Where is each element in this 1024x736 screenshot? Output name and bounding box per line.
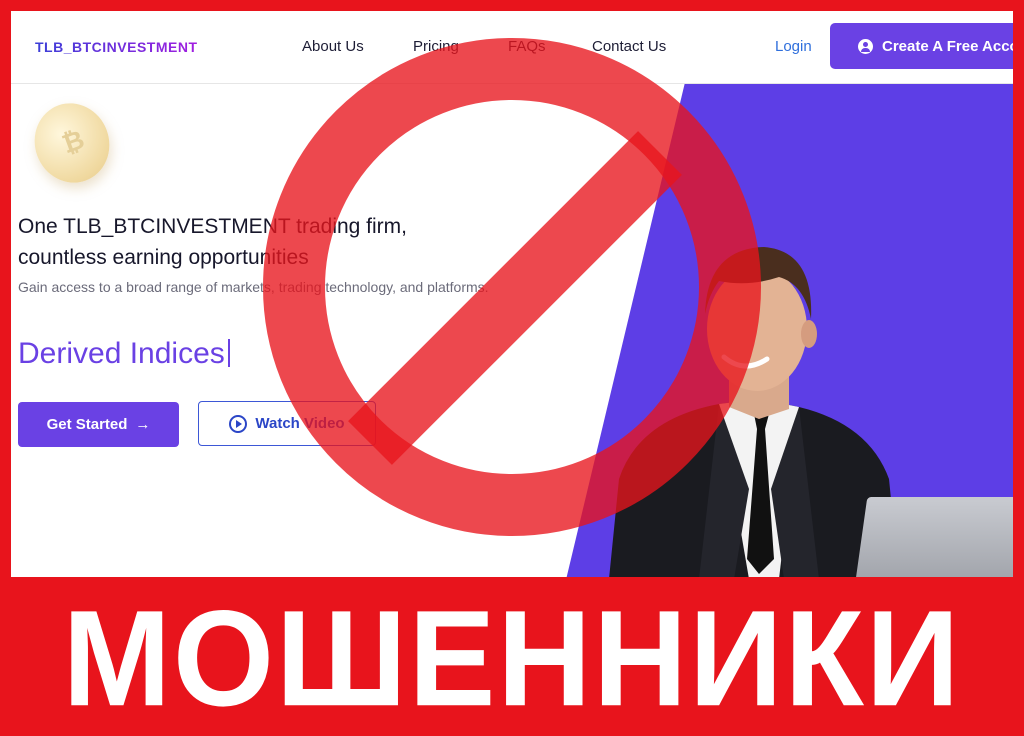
website-screenshot: TLB_BTCINVESTMENT About Us Pricing FAQs …: [11, 11, 1013, 577]
headline-line1: One TLB_BTCINVESTMENT trading firm,: [18, 215, 408, 238]
create-account-label: Create A Free Acco: [882, 37, 1013, 55]
nav-pricing[interactable]: Pricing: [413, 38, 459, 55]
typed-text-value: Derived Indices: [18, 337, 225, 370]
laptop-image: [854, 497, 1013, 577]
play-icon: [229, 414, 248, 433]
site-header: TLB_BTCINVESTMENT About Us Pricing FAQs …: [11, 11, 1013, 84]
watch-video-label: Watch Video: [255, 415, 345, 432]
arrow-right-icon: →: [135, 416, 151, 433]
typed-text: Derived Indices: [18, 337, 230, 371]
businessman-photo: [609, 247, 899, 577]
get-started-button[interactable]: Get Started →: [18, 402, 179, 447]
headline-line2: countless earning opportunities: [18, 246, 309, 269]
site-logo[interactable]: TLB_BTCINVESTMENT: [35, 39, 198, 55]
user-icon: [858, 38, 873, 54]
nav-about[interactable]: About Us: [302, 38, 364, 55]
get-started-label: Get Started: [46, 416, 128, 433]
watch-video-button[interactable]: Watch Video: [198, 401, 376, 446]
scammers-label: МОШЕННИКИ: [62, 581, 962, 735]
hero-subline: Gain access to a broad range of markets,…: [18, 279, 489, 295]
typing-cursor: [227, 339, 230, 367]
nav-faqs[interactable]: FAQs: [508, 38, 546, 55]
bitcoin-coin-icon: ₿: [23, 92, 121, 194]
nav-contact[interactable]: Contact Us: [592, 38, 666, 55]
create-account-button[interactable]: Create A Free Acco: [830, 23, 1013, 69]
login-link[interactable]: Login: [775, 38, 812, 55]
hero-headline: One TLB_BTCINVESTMENT trading firm, coun…: [18, 211, 478, 273]
